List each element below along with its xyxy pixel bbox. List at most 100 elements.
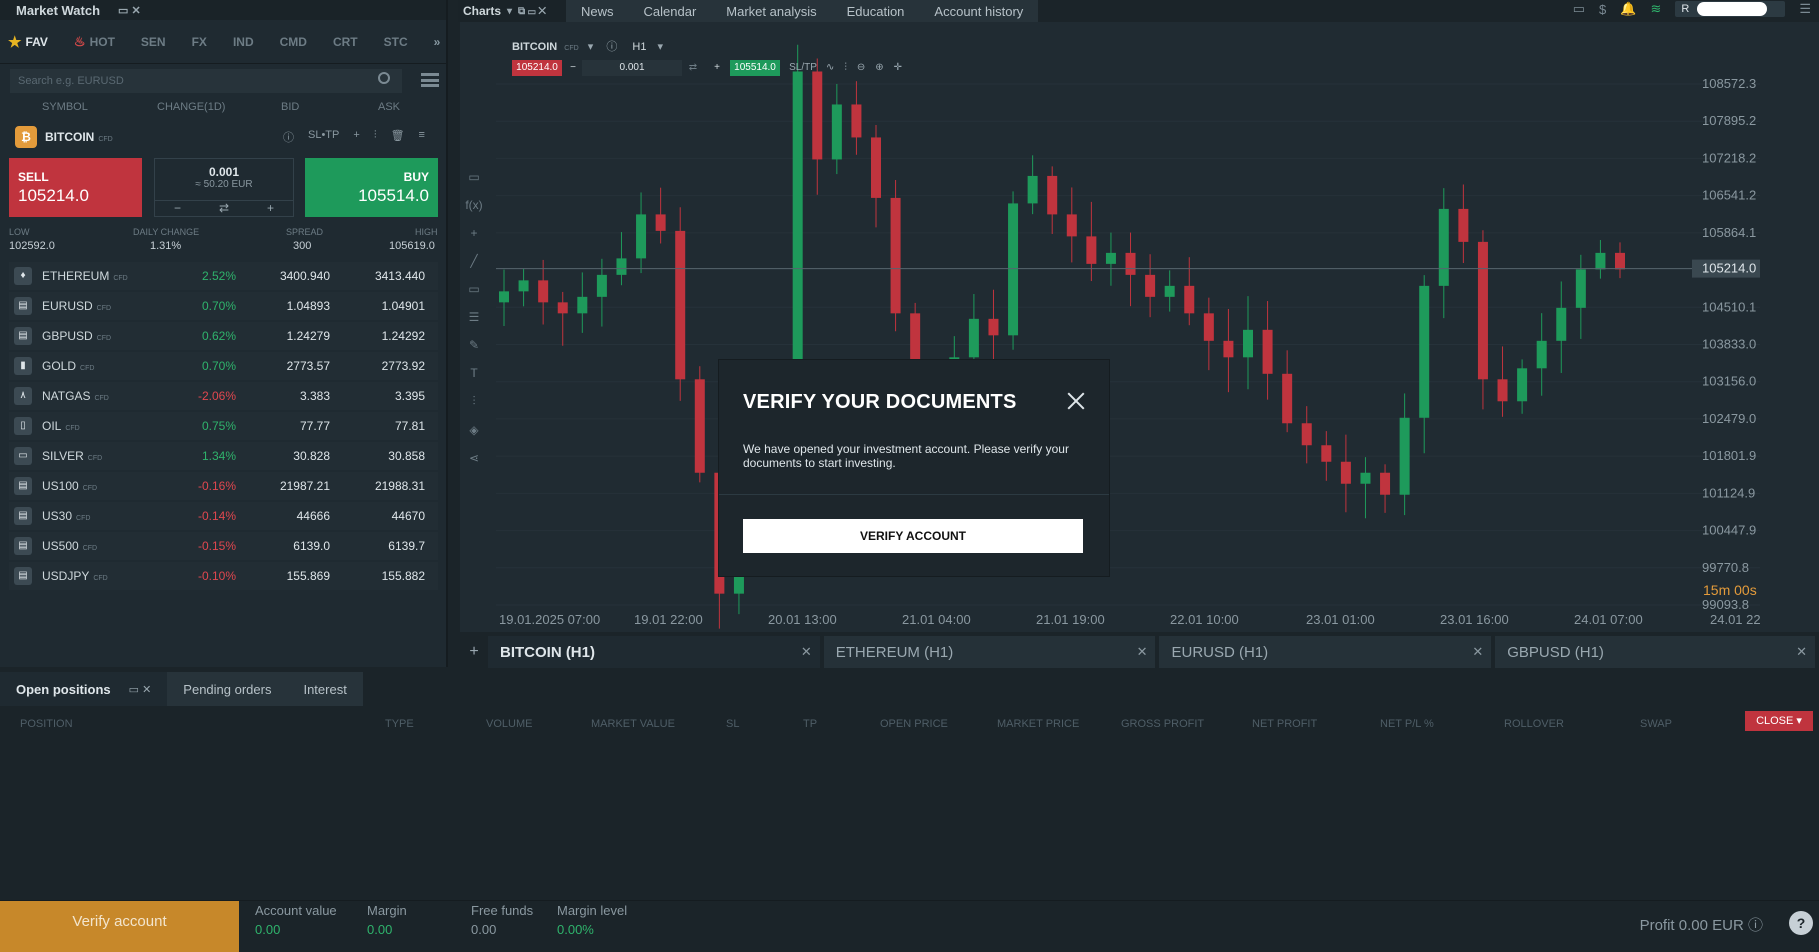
- close-icon[interactable]: ✕: [1137, 644, 1148, 660]
- close-icon[interactable]: ✕: [1472, 644, 1483, 660]
- plus-icon[interactable]: +: [267, 201, 274, 216]
- instrument-ask[interactable]: 21988.31: [335, 479, 425, 493]
- swap-icon[interactable]: ⇄: [686, 60, 700, 76]
- instrument-ask[interactable]: 77.81: [335, 419, 425, 433]
- user-menu[interactable]: R: [1675, 1, 1786, 17]
- sltp-button[interactable]: SL•TP: [308, 129, 339, 145]
- close-icon[interactable]: [1065, 390, 1087, 412]
- instrument-bid[interactable]: 2773.57: [240, 359, 330, 373]
- instrument-bid[interactable]: 21987.21: [240, 479, 330, 493]
- function-icon[interactable]: f(x): [465, 198, 482, 212]
- more-tabs-icon[interactable]: »: [434, 35, 441, 49]
- volume-value[interactable]: 0.001: [155, 165, 293, 179]
- tab-cmd[interactable]: CMD: [280, 35, 307, 49]
- cursor-icon[interactable]: ▭: [468, 170, 479, 184]
- tab-news[interactable]: News: [566, 0, 629, 22]
- add-icon[interactable]: +: [353, 129, 359, 145]
- chevron-down-icon[interactable]: ▾: [588, 41, 594, 53]
- search-icon[interactable]: [378, 72, 390, 84]
- tab-hot[interactable]: ♨ HOT: [74, 34, 115, 50]
- tab-market-analysis[interactable]: Market analysis: [711, 0, 832, 22]
- layout-icon[interactable]: ▭: [1573, 1, 1585, 17]
- info-icon[interactable]: ⓘ: [283, 129, 294, 145]
- instrument-ask[interactable]: 3.395: [335, 389, 425, 403]
- tab-charts[interactable]: Charts ▾ ⧉ ▭ ✕: [458, 0, 566, 22]
- instrument-row[interactable]: ♦ ETHEREUM CFD 2.52% 3400.940 3413.440: [9, 262, 438, 290]
- chart-volume-input[interactable]: 0.001: [582, 60, 682, 76]
- add-chart-icon[interactable]: +: [460, 636, 488, 668]
- instrument-bid[interactable]: 30.828: [240, 449, 330, 463]
- instrument-bid[interactable]: 155.869: [240, 569, 330, 583]
- tab-calendar[interactable]: Calendar: [628, 0, 712, 22]
- tab-open-positions[interactable]: Open positions ▭ ✕: [0, 672, 168, 706]
- sell-button[interactable]: SELL 105214.0: [9, 158, 142, 217]
- chevron-down-icon[interactable]: ▾: [658, 41, 664, 53]
- instrument-row[interactable]: ▤ US500 CFD -0.15% 6139.0 6139.7: [9, 532, 438, 560]
- instrument-row[interactable]: ▤ GBPUSD CFD 0.62% 1.24279 1.24292: [9, 322, 438, 350]
- instrument-row[interactable]: ٨ NATGAS CFD -2.06% 3.383 3.395: [9, 382, 438, 410]
- instrument-row[interactable]: ▯ OIL CFD 0.75% 77.77 77.81: [9, 412, 438, 440]
- fibonacci-icon[interactable]: ☰: [469, 310, 480, 324]
- timeframe-select[interactable]: H1: [632, 41, 646, 53]
- settings-icon[interactable]: ≡: [419, 129, 425, 145]
- instrument-ask[interactable]: 3413.440: [335, 269, 425, 283]
- tab-pending-orders[interactable]: Pending orders: [167, 672, 288, 706]
- bell-icon[interactable]: 🔔: [1620, 1, 1636, 17]
- tab-education[interactable]: Education: [831, 0, 920, 22]
- indicator-icon[interactable]: ⫶: [472, 394, 475, 409]
- instrument-bid[interactable]: 77.77: [240, 419, 330, 433]
- volume-stepper[interactable]: 0.001 ≈ 50.20 EUR − ⇄ +: [154, 158, 294, 217]
- instrument-ask[interactable]: 1.24292: [335, 329, 425, 343]
- chart-tab-gbpusd[interactable]: GBPUSD (H1) ✕: [1495, 636, 1815, 668]
- tab-interest[interactable]: Interest: [287, 672, 363, 706]
- window-icon[interactable]: ▭ ✕: [129, 683, 152, 696]
- instrument-bid[interactable]: 1.24279: [240, 329, 330, 343]
- instrument-ask[interactable]: 30.858: [335, 449, 425, 463]
- chart-tab-ethereum[interactable]: ETHEREUM (H1) ✕: [823, 636, 1156, 668]
- tab-crt[interactable]: CRT: [333, 35, 358, 49]
- list-view-icon[interactable]: [421, 73, 439, 87]
- tab-fx[interactable]: FX: [192, 35, 207, 49]
- buy-button[interactable]: BUY 105514.0: [305, 158, 438, 217]
- chart-icon[interactable]: ⫶: [374, 129, 377, 145]
- instrument-bid[interactable]: 1.04893: [240, 299, 330, 313]
- instrument-ask[interactable]: 44670: [335, 509, 425, 523]
- instrument-ask[interactable]: 6139.7: [335, 539, 425, 553]
- currency-icon[interactable]: $: [1599, 2, 1606, 17]
- plus-icon[interactable]: +: [710, 60, 724, 76]
- instrument-bid[interactable]: 3400.940: [240, 269, 330, 283]
- tab-stc[interactable]: STC: [384, 35, 408, 49]
- swap-icon[interactable]: ⇄: [219, 201, 229, 216]
- instrument-row[interactable]: ▤ US100 CFD -0.16% 21987.21 21988.31: [9, 472, 438, 500]
- instrument-row[interactable]: ▤ USDJPY CFD -0.10% 155.869 155.882: [9, 562, 438, 590]
- window-icon[interactable]: ⧉ ▭ ✕: [518, 6, 546, 17]
- close-icon[interactable]: ✕: [1796, 644, 1807, 660]
- symbol-search-input[interactable]: [10, 69, 402, 93]
- minus-icon[interactable]: −: [174, 201, 181, 216]
- menu-icon[interactable]: ☰: [1799, 1, 1811, 17]
- chart-buy-button[interactable]: 105514.0: [730, 60, 780, 76]
- instrument-row[interactable]: ▤ EURUSD CFD 0.70% 1.04893 1.04901: [9, 292, 438, 320]
- candlestick-chart[interactable]: 108572.3 107895.2 107218.2 106541.2 105864.1…: [460, 22, 1760, 632]
- instrument-row[interactable]: ▭ SILVER CFD 1.34% 30.828 30.858: [9, 442, 438, 470]
- share-icon[interactable]: ⋖: [469, 451, 479, 465]
- instrument-bid[interactable]: 3.383: [240, 389, 330, 403]
- chart-tab-bitcoin[interactable]: BITCOIN (H1) ✕: [487, 636, 820, 668]
- chart-tools[interactable]: ∿⫶⊖⊕✛: [826, 60, 946, 76]
- info-icon[interactable]: ⓘ: [606, 41, 617, 53]
- instrument-row[interactable]: ▤ US30 CFD -0.14% 44666 44670: [9, 502, 438, 530]
- help-icon[interactable]: ?: [1789, 911, 1813, 935]
- instrument-bid[interactable]: 6139.0: [240, 539, 330, 553]
- minus-icon[interactable]: −: [566, 60, 580, 76]
- line-icon[interactable]: ╱: [470, 254, 477, 268]
- rectangle-icon[interactable]: ▭: [468, 282, 479, 296]
- chart-tab-eurusd[interactable]: EURUSD (H1) ✕: [1159, 636, 1492, 668]
- instrument-ask[interactable]: 1.04901: [335, 299, 425, 313]
- tab-ind[interactable]: IND: [233, 35, 254, 49]
- trash-icon[interactable]: 🗑: [391, 129, 405, 145]
- window-icon[interactable]: ▭ ✕: [118, 4, 141, 17]
- chart-symbol[interactable]: BITCOIN: [512, 41, 557, 53]
- layers-icon[interactable]: ◈: [469, 423, 478, 437]
- instrument-ask[interactable]: 2773.92: [335, 359, 425, 373]
- info-icon[interactable]: ⓘ: [1748, 917, 1763, 934]
